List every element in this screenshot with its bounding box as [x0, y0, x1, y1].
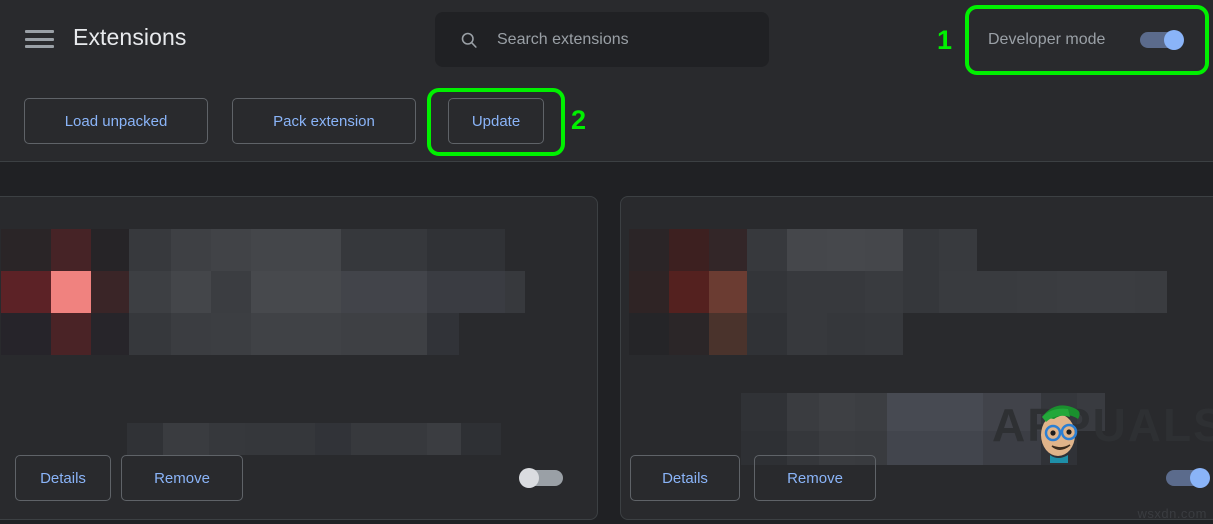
extension-card[interactable]: Details Remove [0, 196, 598, 520]
page-title: Extensions [73, 24, 187, 50]
extensions-page: Extensions Developer mode 1 Load unpacke… [0, 0, 1213, 524]
annotation-number-2: 2 [571, 105, 587, 135]
hamburger-line [25, 45, 54, 48]
developer-mode-control[interactable]: Developer mode [970, 10, 1204, 70]
details-button[interactable]: Details [630, 455, 740, 501]
developer-mode-toggle[interactable] [1140, 30, 1184, 50]
pack-extension-button[interactable]: Pack extension [232, 98, 416, 144]
annotation-number-1: 1 [937, 25, 953, 55]
toggle-knob [1190, 468, 1210, 488]
remove-button[interactable]: Remove [754, 455, 876, 501]
details-button[interactable]: Details [15, 455, 111, 501]
card-action-row: Details Remove [0, 455, 597, 501]
update-button[interactable]: Update [448, 98, 544, 144]
toggle-knob [1164, 30, 1184, 50]
search-input[interactable] [497, 30, 769, 49]
extension-enabled-toggle[interactable] [519, 468, 563, 488]
extension-enabled-toggle[interactable] [1166, 468, 1210, 488]
hamburger-menu-icon[interactable] [25, 27, 54, 51]
page-header: Extensions Developer mode 1 [0, 0, 1213, 79]
developer-mode-label: Developer mode [988, 31, 1106, 48]
load-unpacked-button[interactable]: Load unpacked [24, 98, 208, 144]
card-action-row: Details Remove [621, 455, 1213, 501]
search-box[interactable] [435, 12, 769, 67]
extensions-grid: Details Remove Details Remove [0, 162, 1213, 524]
toggle-knob [519, 468, 539, 488]
search-icon [461, 32, 477, 48]
hamburger-line [25, 30, 54, 33]
extension-card[interactable]: Details Remove [620, 196, 1213, 520]
remove-button[interactable]: Remove [121, 455, 243, 501]
hamburger-line [25, 37, 54, 41]
